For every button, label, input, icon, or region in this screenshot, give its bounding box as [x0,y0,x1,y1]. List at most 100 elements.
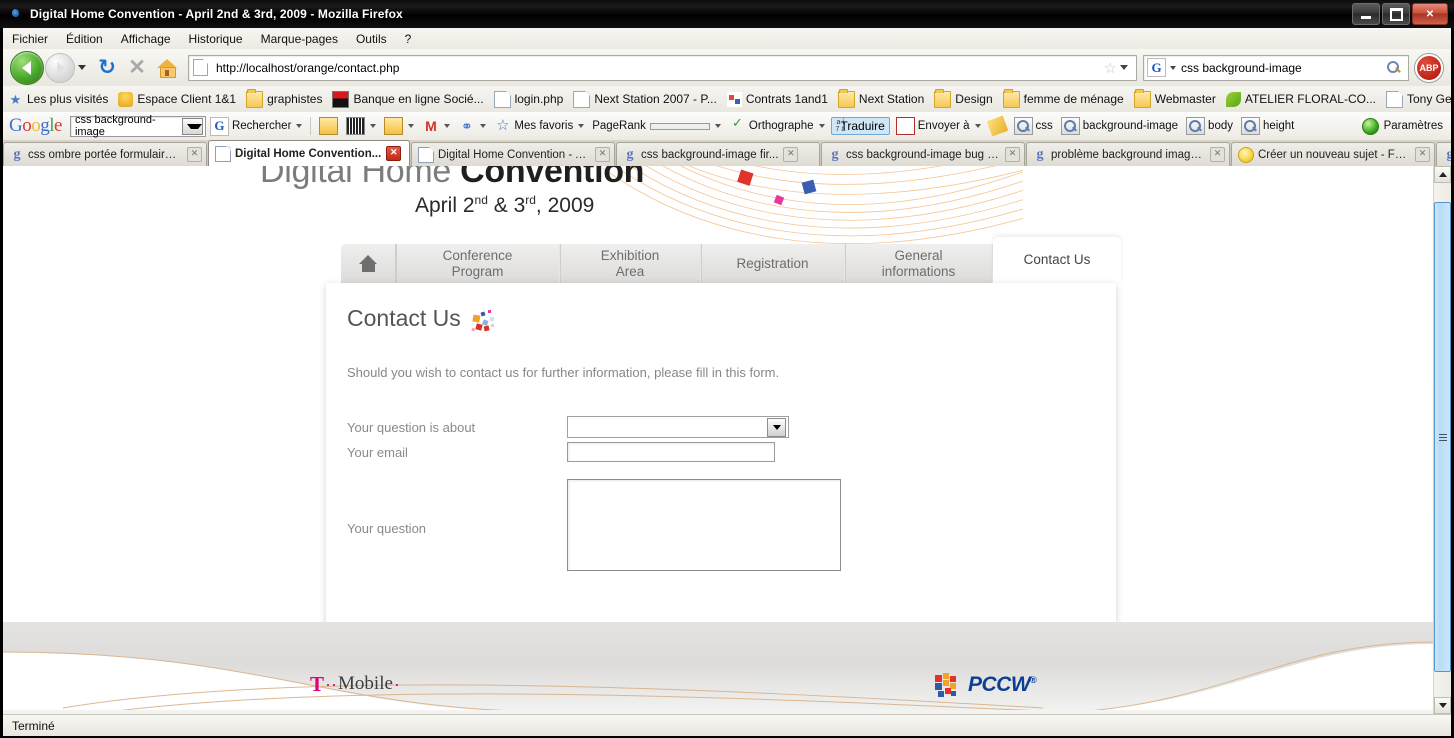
google-pagerank-button[interactable]: PageRank [588,120,725,132]
browser-tab[interactable]: gcss background-image body h...✕ [1436,142,1451,166]
scroll-up-button[interactable] [1434,166,1451,183]
close-button[interactable]: ✕ [1412,3,1448,25]
tab-close-icon[interactable]: ✕ [595,147,610,162]
google-find-word-button[interactable]: css [1010,117,1057,135]
google-query-dropdown-icon[interactable] [181,117,203,135]
reload-button[interactable]: ↻ [93,54,121,82]
google-find-word-button[interactable]: height [1237,117,1298,135]
bookmark-item[interactable]: graphistes [241,88,327,108]
chevron-down-icon[interactable] [578,124,585,128]
browser-tab[interactable]: Créer un nouveau sujet - For... ✕ [1231,142,1435,166]
menu-item-edition[interactable]: Édition [57,30,112,48]
tab-close-icon[interactable]: ✕ [386,146,402,161]
google-settings-button[interactable]: Paramètres [1361,117,1451,135]
bookmark-star-icon[interactable]: ☆ [1104,59,1117,77]
chevron-down-icon[interactable] [296,124,303,128]
google-sendto-button[interactable]: Envoyer à [892,117,985,135]
browser-tab[interactable]: Digital Home Convention - Ap... ✕ [411,142,615,166]
google-find-word-button[interactable]: body [1182,117,1237,135]
scroll-down-button[interactable] [1434,697,1451,714]
chevron-down-icon[interactable] [714,124,721,128]
url-dropdown-icon[interactable] [1120,65,1128,70]
bookmark-item[interactable]: Next Station [833,88,929,108]
tab-close-icon[interactable]: ✕ [1210,147,1225,162]
nav-item-registration[interactable]: Registration [701,244,845,283]
chevron-down-icon[interactable] [408,124,415,128]
google-search-field[interactable]: css background-image [69,114,206,138]
gmail-button[interactable]: M [418,118,454,134]
google-search-button[interactable]: G Rechercher [206,116,306,136]
menu-item-marque-pages[interactable]: Marque-pages [252,30,347,48]
bookmark-item[interactable]: login.php [489,90,569,108]
search-bar[interactable]: G css background-image [1143,54,1409,81]
settings-globe-icon [1361,117,1379,135]
google-find-word-button[interactable]: background-image [1057,117,1182,135]
subject-select[interactable] [567,416,789,438]
chevron-down-icon[interactable] [974,124,981,128]
home-button[interactable] [153,54,181,82]
bookmark-item[interactable]: Webmaster [1129,88,1221,108]
url-bar[interactable]: http://localhost/orange/contact.php ☆ [188,54,1137,81]
nav-item-contact-us[interactable]: Contact Us [993,237,1121,283]
stop-button[interactable]: ✕ [123,54,151,82]
bookmark-item[interactable]: Design [929,88,997,108]
google-engine-icon[interactable]: G [1147,58,1166,77]
menu-item-fichier[interactable]: Fichier [3,30,57,48]
bookmark-item[interactable]: ATELIER FLORAL-CO... [1221,91,1381,107]
bookmark-item[interactable]: Banque en ligne Socié... [327,90,488,108]
bookmark-item[interactable]: Espace Client 1&1 [113,91,241,107]
question-textarea[interactable] [567,479,841,571]
nav-item-general-informations[interactable]: General informations [845,244,993,283]
tab-close-icon[interactable]: ✕ [187,147,202,162]
site-title-bold: Convention [460,166,645,190]
chevron-down-icon[interactable] [767,417,786,437]
browser-tab[interactable]: g problème background image ... ✕ [1026,142,1230,166]
nav-item-conference-program[interactable]: Conference Program [396,244,560,283]
google-news-button[interactable] [315,117,342,135]
url-input[interactable]: http://localhost/orange/contact.php [213,61,1104,75]
vertical-scrollbar[interactable] [1433,166,1451,714]
bookmark-item[interactable]: Tony Geer - Website ... [1381,90,1451,108]
google-reader-button[interactable]: ⚭ [454,118,490,134]
menu-item-help[interactable]: ? [396,30,421,48]
chevron-down-icon[interactable] [818,124,825,128]
browser-tab[interactable]: g css background-image fir... ✕ [616,142,820,166]
adblock-plus-button[interactable]: ABP [1415,53,1443,82]
menu-item-affichage[interactable]: Affichage [112,30,180,48]
back-button[interactable] [10,50,44,85]
menu-item-historique[interactable]: Historique [180,30,252,48]
bookmark-item[interactable]: Contrats 1and1 [722,91,833,107]
search-input[interactable]: css background-image [1181,61,1387,75]
history-dropdown-icon[interactable] [78,65,86,70]
bookmark-item[interactable]: Next Station 2007 - P... [568,90,722,108]
nav-item-home[interactable] [341,244,396,283]
maximize-button[interactable] [1382,3,1410,25]
tab-close-icon[interactable]: ✕ [1005,147,1020,162]
chevron-down-icon[interactable] [444,124,451,128]
google-bookmark-star-button[interactable]: ☆ Mes favoris [490,118,588,134]
minimize-button[interactable] [1352,3,1380,25]
chevron-down-icon[interactable] [370,124,377,128]
tab-close-icon[interactable]: ✕ [783,147,799,162]
engine-dropdown-icon[interactable] [1170,65,1176,70]
browser-tab[interactable]: g css ombre portée formulaire i... ✕ [3,142,207,166]
tab-close-icon[interactable]: ✕ [1415,147,1430,162]
google-highlight-button[interactable] [985,115,1010,137]
browser-tab[interactable]: g css background-image bug fir... ✕ [821,142,1025,166]
search-magnifier-icon[interactable] [1387,60,1401,75]
google-barcode-button[interactable] [342,117,380,135]
scrollbar-thumb[interactable] [1434,202,1451,672]
google-bookmarks-button[interactable] [380,117,418,135]
email-field[interactable] [567,442,775,462]
bookmark-item[interactable]: femme de ménage [998,88,1129,108]
browser-tab-active[interactable]: Digital Home Convention... ✕ [208,140,410,166]
google-translate-button[interactable]: a í7 ä Traduire [830,117,890,135]
folder-icon [1002,88,1020,108]
google-spellcheck-button[interactable]: ✓ Orthographe [725,116,829,134]
forward-button[interactable] [45,52,75,83]
menu-item-outils[interactable]: Outils [347,30,396,48]
google-query-input[interactable]: css background-image [71,114,182,138]
nav-item-exhibition-area[interactable]: Exhibition Area [560,244,701,283]
chevron-down-icon[interactable] [480,124,487,128]
bookmark-item[interactable]: ★ Les plus visités [3,92,113,107]
